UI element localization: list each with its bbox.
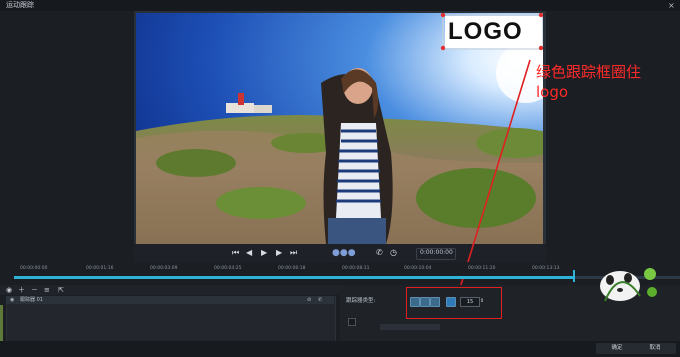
playhead[interactable] [573, 270, 575, 282]
option-checkbox[interactable] [348, 318, 356, 326]
tick-label: 00:00:13:13 [532, 266, 560, 271]
tick-label: 00:00:03:09 [150, 266, 178, 271]
highlight-box [406, 287, 502, 319]
visibility-icon[interactable]: ◉ [6, 285, 12, 295]
list-icon[interactable]: ≡ [44, 285, 50, 295]
option-dropdown[interactable] [380, 324, 440, 330]
panda-sticker [600, 268, 657, 302]
timeline-ruler[interactable]: 00:00:00:00 00:00:01:16 00:00:03:09 00:0… [0, 262, 680, 276]
link-icon[interactable]: ⊘ [307, 296, 311, 304]
tracker-name: 跟踪器 01 [20, 297, 43, 303]
tick-label: 00:00:04:25 [214, 266, 242, 271]
tracker-type-label: 跟踪器类型: [346, 298, 376, 304]
tick-label: 00:00:11:20 [468, 266, 496, 271]
cancel-button[interactable]: 取消 [634, 343, 676, 354]
tracker-toolbar: ◉ ＋ － ≡ ⇱ [0, 285, 340, 295]
tick-label: 00:00:06:18 [278, 266, 306, 271]
tick-label: 00:00:01:16 [86, 266, 114, 271]
ok-button[interactable]: 确定 [596, 343, 638, 354]
list-item[interactable] [6, 296, 334, 304]
add-icon[interactable]: ＋ [18, 285, 25, 295]
tick-label: 00:00:00:00 [20, 266, 48, 271]
tick-label: 00:00:08:11 [342, 266, 370, 271]
timeline-progress [14, 276, 573, 279]
remove-icon[interactable]: － [31, 285, 38, 295]
bottom-bar: 确定 取消 [0, 341, 680, 357]
phone-icon[interactable]: ✆ [318, 296, 322, 304]
eye-icon[interactable]: ◉ [10, 296, 14, 304]
tick-label: 00:00:10:04 [404, 266, 432, 271]
export-icon[interactable]: ⇱ [58, 285, 64, 295]
